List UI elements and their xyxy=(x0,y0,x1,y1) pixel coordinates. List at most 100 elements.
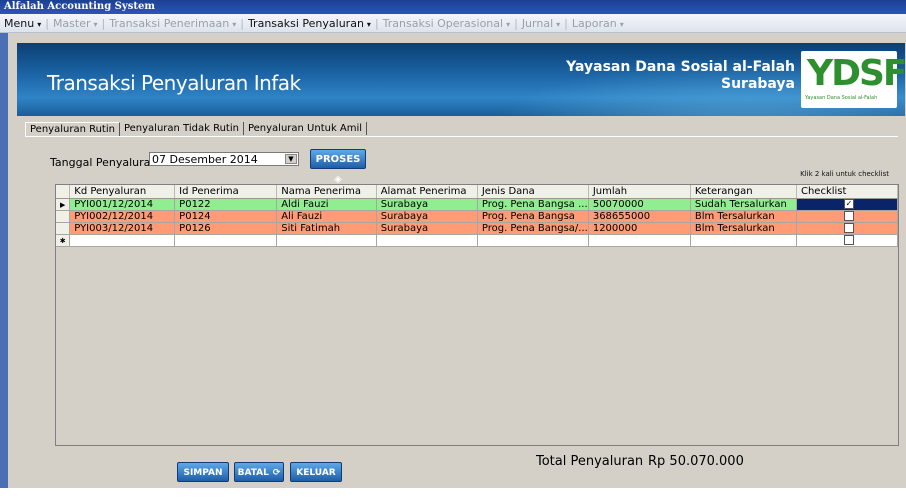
chevron-down-icon: ▾ xyxy=(93,19,98,29)
table-cell-id[interactable]: P0126 xyxy=(174,222,278,235)
menu-item-menu[interactable]: Menu ▾ xyxy=(0,17,45,30)
menu-item-label: Master xyxy=(52,16,91,30)
menu-item-label: Transaksi Penerimaan xyxy=(109,16,230,30)
chevron-down-icon: ▾ xyxy=(556,19,561,29)
batal-label: BATAL xyxy=(237,468,269,478)
table-cell-checklist[interactable] xyxy=(796,234,899,247)
menu-item-laporan[interactable]: Laporan ▾ xyxy=(568,17,628,30)
table-cell-checklist[interactable] xyxy=(796,210,899,223)
table-cell-jumlah[interactable]: 368655000 xyxy=(588,210,691,223)
penyaluran-table: Kd Penyaluran Id Penerima Nama Penerima … xyxy=(56,185,899,247)
new-row[interactable]: ✱ xyxy=(56,234,899,247)
keluar-button[interactable]: KELUAR ⏏ xyxy=(290,462,342,498)
checklist-checkbox[interactable] xyxy=(843,235,854,245)
menu-item-transaksi-operasional[interactable]: Transaksi Operasional ▾ xyxy=(379,17,514,30)
app-title: Alfalah Accounting System xyxy=(4,1,155,12)
column-header[interactable]: Keterangan xyxy=(690,185,797,199)
table-cell-alamat[interactable]: Surabaya xyxy=(376,198,478,211)
column-header[interactable]: Jumlah xyxy=(588,185,691,199)
menu-item-transaksi-penyaluran[interactable]: Transaksi Penyaluran ▾ xyxy=(244,17,375,30)
penyaluran-grid: Kd Penyaluran Id Penerima Nama Penerima … xyxy=(55,184,899,446)
menu-item-label: Transaksi Operasional xyxy=(382,16,504,30)
table-cell-jumlah[interactable]: 50070000 xyxy=(588,198,691,211)
table-cell-jumlah[interactable]: 1200000 xyxy=(588,222,691,235)
app-content: Transaksi Penyaluran Infak Yayasan Dana … xyxy=(8,33,906,498)
org-name: Yayasan Dana Sosial al-Falah xyxy=(566,59,795,75)
table-cell-nama[interactable]: Siti Fatimah xyxy=(276,222,377,235)
table-cell-alamat[interactable]: Surabaya xyxy=(376,222,478,235)
chevron-down-icon: ▾ xyxy=(619,19,624,29)
row-selector-header xyxy=(56,185,71,199)
menu-item-jurnal[interactable]: Jurnal ▾ xyxy=(518,17,564,30)
table-cell-jenis[interactable]: Prog. Pena Bangsa/... xyxy=(477,222,589,235)
tab-penyaluran-tidak-rutin[interactable]: Penyaluran Tidak Rutin xyxy=(120,122,244,135)
table-cell-empty[interactable] xyxy=(69,234,176,247)
tab-penyaluran-untuk-amil[interactable]: Penyaluran Untuk Amil xyxy=(244,122,368,135)
ydsf-logo: YDSF Yayasan Dana Sosial al-Falah xyxy=(801,51,905,108)
column-header[interactable]: Id Penerima xyxy=(174,185,278,199)
menu-item-label: Menu xyxy=(4,16,35,30)
table-cell-empty[interactable] xyxy=(174,234,278,247)
chevron-down-icon: ▾ xyxy=(232,19,237,29)
menu-item-master[interactable]: Master ▾ xyxy=(49,17,102,30)
table-cell-checklist[interactable] xyxy=(796,222,899,235)
table-cell-kd[interactable]: PYI003/12/2014 xyxy=(69,222,176,235)
chevron-down-icon: ▾ xyxy=(366,19,371,29)
table-cell-empty[interactable] xyxy=(588,234,691,247)
table-row[interactable]: PYI003/12/2014 P0126 Siti Fatimah Surabaya P… xyxy=(56,222,899,235)
simpan-button[interactable]: SIMPAN ▣ xyxy=(177,462,229,498)
total-value: Rp 50.070.000 xyxy=(648,454,744,469)
table-cell-kd[interactable]: PYI001/12/2014 xyxy=(69,198,176,211)
table-cell-empty[interactable] xyxy=(690,234,797,247)
column-header[interactable]: Nama Penerima xyxy=(276,185,377,199)
table-header-row: Kd Penyaluran Id Penerima Nama Penerima … xyxy=(56,185,899,199)
row-selector[interactable] xyxy=(56,210,71,223)
table-cell-kd[interactable]: PYI002/12/2014 xyxy=(69,210,176,223)
checklist-checkbox[interactable] xyxy=(843,211,854,221)
batal-button[interactable]: BATAL ⟳ xyxy=(234,462,284,482)
keluar-label: KELUAR xyxy=(296,468,336,478)
checklist-hint: Klik 2 kali untuk checklist xyxy=(800,170,889,178)
menu-item-transaksi-penerimaan[interactable]: Transaksi Penerimaan ▾ xyxy=(105,17,240,30)
table-cell-nama[interactable]: Ali Fauzi xyxy=(276,210,377,223)
table-cell-nama[interactable]: Aldi Fauzi xyxy=(276,198,377,211)
tab-penyaluran-rutin[interactable]: Penyaluran Rutin xyxy=(25,122,120,136)
tanggal-label: Tanggal Penyaluran xyxy=(50,156,158,169)
table-cell-ket[interactable]: Blm Tersalurkan xyxy=(690,210,797,223)
table-cell-id[interactable]: P0124 xyxy=(174,210,278,223)
table-cell-empty[interactable] xyxy=(376,234,478,247)
column-header[interactable]: Checklist xyxy=(796,185,899,199)
save-icon: ▣ xyxy=(200,488,210,498)
simpan-label: SIMPAN xyxy=(183,468,223,478)
table-cell-empty[interactable] xyxy=(477,234,589,247)
table-cell-empty[interactable] xyxy=(276,234,377,247)
proses-button[interactable]: PROSES ◈ xyxy=(310,149,366,185)
column-header[interactable]: Alamat Penerima xyxy=(376,185,478,199)
logo-subtext: Yayasan Dana Sosial al-Falah xyxy=(805,95,878,101)
column-header[interactable]: Kd Penyaluran xyxy=(69,185,176,199)
table-cell-checklist[interactable]: ✓ xyxy=(796,198,899,211)
exit-icon: ⏏ xyxy=(313,488,323,498)
tanggal-date-picker[interactable]: 07 Desember 2014 ▼ xyxy=(149,152,299,166)
table-cell-jenis[interactable]: Prog. Pena Bangsa ... xyxy=(477,198,589,211)
dropdown-arrow-icon[interactable]: ▼ xyxy=(285,154,297,164)
logo-text: YDSF xyxy=(807,53,905,94)
page-title: Transaksi Penyaluran Infak xyxy=(47,71,301,95)
menu-item-label: Transaksi Penyaluran xyxy=(247,16,364,30)
tanggal-value: 07 Desember 2014 xyxy=(152,153,258,166)
table-cell-ket[interactable]: Sudah Tersalurkan xyxy=(690,198,797,211)
row-selector[interactable] xyxy=(56,222,71,235)
column-header[interactable]: Jenis Dana xyxy=(477,185,589,199)
proses-label: PROSES xyxy=(315,154,361,165)
table-cell-jenis[interactable]: Prog. Pena Bangsa xyxy=(477,210,589,223)
table-row[interactable]: ▶ PYI001/12/2014 P0122 Aldi Fauzi Surabaya Pr… xyxy=(56,198,899,211)
table-cell-alamat[interactable]: Surabaya xyxy=(376,210,478,223)
checklist-checkbox[interactable]: ✓ xyxy=(843,199,854,209)
table-cell-ket[interactable]: Blm Tersalurkan xyxy=(690,222,797,235)
table-row[interactable]: PYI002/12/2014 P0124 Ali Fauzi Surabaya Prog… xyxy=(56,210,899,223)
checklist-checkbox[interactable] xyxy=(843,223,854,233)
table-cell-id[interactable]: P0122 xyxy=(174,198,278,211)
chevron-down-icon: ▾ xyxy=(506,19,511,29)
menu-item-label: Laporan xyxy=(571,16,617,30)
row-selector[interactable]: ▶ xyxy=(56,198,71,211)
